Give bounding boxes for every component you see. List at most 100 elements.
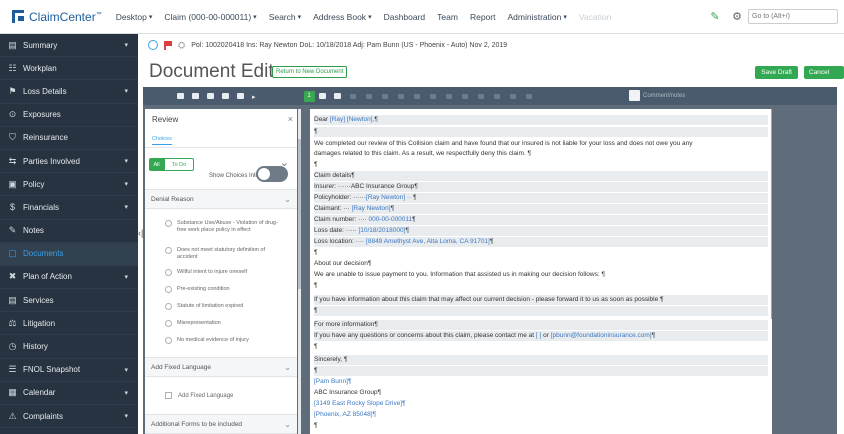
format-button[interactable] — [222, 93, 229, 99]
doc-about-text[interactable]: We are unable to issue payment to you. I… — [314, 270, 768, 280]
sidebar-item-workplan[interactable]: ☷ Workplan — [0, 57, 138, 81]
radio-button[interactable] — [165, 303, 172, 310]
doc-greeting[interactable]: Dear [Ray] [Newton],¶ — [314, 115, 768, 125]
doc-about-heading[interactable]: About our decision¶ — [314, 259, 768, 269]
return-to-new-document-button[interactable]: Return to New Document — [272, 66, 348, 78]
chevron-down-icon[interactable]: ▾ — [368, 13, 372, 21]
radio-option[interactable]: Substance Use/Abuse - Violation of drug-… — [165, 220, 285, 233]
doc-policyholder[interactable]: Policyholder: ······[Ray Newton] ·· ¶ — [314, 193, 768, 203]
doc-claim-details-heading[interactable]: Claim details¶ — [314, 171, 768, 181]
sidebar-item-fnol-snapshot[interactable]: ☰ FNOL Snapshot ▾ — [0, 359, 138, 382]
doc-signature-street[interactable]: [3149 East Rocky Slope Drive]¶ — [314, 399, 768, 409]
chevron-down-icon[interactable]: ▾ — [253, 13, 257, 21]
arrow-right-icon[interactable]: ▸ — [252, 93, 256, 101]
sidebar-item-policy[interactable]: ▣ Policy ▾ — [0, 173, 138, 197]
chevron-down-icon[interactable]: ▾ — [124, 273, 128, 281]
radio-option[interactable]: Does not meet statutory definition of ac… — [165, 247, 285, 260]
doc-more-info-heading[interactable]: For more information¶ — [314, 320, 768, 330]
chevron-down-icon[interactable]: ▾ — [563, 13, 567, 21]
doc-signature-name[interactable]: [Pam Bunn]¶ — [314, 377, 768, 387]
chevron-down-icon[interactable]: ▾ — [124, 389, 128, 397]
filter-todo-button[interactable]: To Do — [164, 158, 194, 171]
sidebar-item-complaints[interactable]: ⚠ Complaints ▾ — [0, 405, 138, 429]
doc-blank[interactable]: ¶ — [314, 342, 768, 352]
field-value[interactable]: [3149 East Rocky Slope Drive] — [314, 400, 402, 407]
radio-button[interactable] — [165, 220, 172, 227]
chevron-down-icon[interactable]: ▾ — [124, 412, 128, 420]
field-value[interactable]: [pbunn@foundationinsurance.com] — [551, 332, 652, 339]
nav-administration[interactable]: Administration ▾ — [501, 0, 572, 33]
review-scrollbar[interactable] — [298, 109, 301, 434]
field-value[interactable]: [Ray Newton] — [352, 205, 391, 212]
chevron-down-icon[interactable]: ▾ — [124, 180, 128, 188]
doc-claimant[interactable]: Claimant: ··· [Ray Newton]¶ — [314, 204, 768, 214]
nav-report[interactable]: Report — [464, 0, 502, 33]
step-indicator[interactable]: 1 — [303, 90, 315, 102]
field-value[interactable]: [8849 Amethyst Ave, Alta Loma, CA 91701] — [366, 238, 490, 245]
greeting-fields[interactable]: [Ray] [Newton], — [330, 116, 374, 123]
field-value[interactable]: [10/18/2018000] — [358, 227, 405, 234]
sidebar-item-summary[interactable]: ▤ Summary ▾ — [0, 34, 138, 58]
sidebar-item-history[interactable]: ◷ History — [0, 335, 138, 359]
format-button[interactable] — [192, 93, 199, 99]
doc-para1-line2[interactable]: damages related to this claim. As a resu… — [314, 149, 768, 159]
cancel-button[interactable]: Cancel — [804, 66, 844, 79]
close-icon[interactable]: × — [288, 114, 293, 124]
section-denial-reason[interactable]: Denial Reason ⌄ — [145, 189, 297, 209]
doc-info-text[interactable]: If you have information about this claim… — [314, 295, 768, 305]
chevron-down-icon[interactable]: ▾ — [124, 41, 128, 49]
nav-desktop[interactable]: Desktop ▾ — [110, 0, 159, 33]
sidebar-item-exposures[interactable]: ⊙ Exposures — [0, 104, 138, 127]
doc-blank[interactable]: ¶ — [314, 160, 768, 170]
gear-icon[interactable]: ⚙ — [730, 9, 744, 23]
sidebar-item-notes[interactable]: ✎ Notes — [0, 220, 138, 243]
doc-para1-line1[interactable]: We completed our review of this Collisio… — [314, 139, 768, 149]
chevron-down-icon[interactable]: ▾ — [124, 203, 128, 211]
doc-sincerely[interactable]: Sincerely, ¶ — [314, 355, 768, 365]
doc-blank[interactable]: ¶ — [314, 421, 768, 431]
doc-blank[interactable]: ¶ — [314, 281, 768, 291]
nav-claim[interactable]: Claim (000-00-000011) ▾ — [158, 0, 262, 33]
sidebar-item-calendar[interactable]: ▦ Calendar ▾ — [0, 382, 138, 405]
nav-team[interactable]: Team — [431, 0, 464, 33]
field-value[interactable]: [Pam Bunn] — [314, 378, 348, 385]
tab-choices[interactable]: Choices — [152, 136, 172, 145]
radio-option[interactable]: Statute of limitation expired — [165, 303, 285, 310]
status-circle-icon[interactable] — [148, 40, 158, 50]
sidebar-item-documents[interactable]: ▢ Documents — [0, 242, 138, 266]
app-logo[interactable]: ClaimCenter™ — [0, 0, 110, 33]
sidebar-item-reinsurance[interactable]: ⛉ Reinsurance — [0, 127, 138, 150]
comment-toggle[interactable]: Comment/notes — [629, 90, 685, 101]
field-value[interactable]: [Phoenix, AZ 85048] — [314, 411, 373, 418]
format-button[interactable] — [237, 93, 244, 99]
edit-icon[interactable]: ✎ — [708, 9, 722, 23]
show-choices-inline-toggle[interactable] — [256, 166, 288, 182]
radio-option[interactable]: Willful intent to injure oneself — [165, 269, 285, 276]
section-add-fixed-language[interactable]: Add Fixed Language ⌄ — [145, 357, 297, 377]
doc-loss-date[interactable]: Loss date: ····· [10/18/2018000]¶ — [314, 226, 768, 236]
radio-option[interactable]: No medical evidence of injury — [165, 337, 285, 344]
radio-button[interactable] — [165, 247, 172, 254]
chevron-down-icon[interactable]: ▾ — [298, 13, 302, 21]
radio-option[interactable]: Pre-existing condition — [165, 286, 285, 293]
sidebar-item-plan-of-action[interactable]: ✖ Plan of Action ▾ — [0, 266, 138, 290]
document-page[interactable]: Dear [Ray] [Newton],¶ ¶ We completed our… — [310, 109, 772, 434]
chevron-down-icon[interactable]: ▾ — [124, 87, 128, 95]
field-value[interactable]: [Ray Newton] ·· — [366, 194, 413, 201]
doc-blank[interactable]: ¶ — [314, 366, 768, 376]
add-fixed-language-checkbox[interactable]: Add Fixed Language — [165, 392, 233, 399]
checkbox[interactable] — [165, 392, 172, 399]
format-button[interactable] — [207, 93, 214, 99]
sidebar-item-parties-involved[interactable]: ⇆ Parties Involved ▾ — [0, 150, 138, 174]
format-button[interactable] — [333, 93, 341, 99]
doc-signature-city[interactable]: [Phoenix, AZ 85048]¶ — [314, 410, 768, 420]
sidebar-item-loss-details[interactable]: ⚑ Loss Details ▾ — [0, 80, 138, 104]
doc-signature-company[interactable]: ABC Insurance Group¶ — [314, 388, 768, 398]
link-icon[interactable]: ⛭ — [178, 40, 185, 51]
format-button[interactable] — [177, 93, 184, 99]
doc-more-info-text[interactable]: If you have any questions or concerns ab… — [314, 331, 768, 341]
sidebar-item-litigation[interactable]: ⚖ Litigation — [0, 312, 138, 336]
radio-option[interactable]: Misrepresentation — [165, 320, 285, 327]
field-value[interactable]: 000-00-000011 — [369, 216, 413, 223]
nav-search[interactable]: Search ▾ — [263, 0, 307, 33]
